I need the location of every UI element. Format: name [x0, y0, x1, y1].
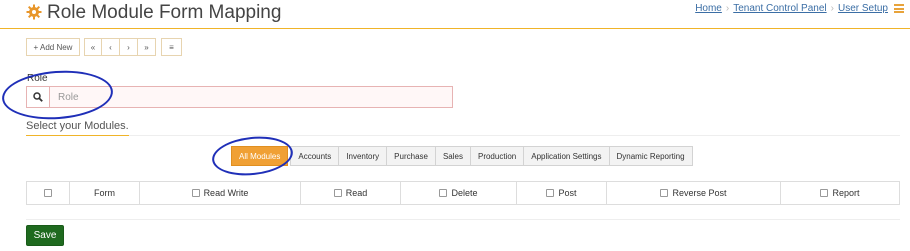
report-checkbox[interactable] [820, 189, 829, 197]
column-read: Read [301, 182, 401, 204]
read-checkbox[interactable] [333, 189, 342, 197]
permissions-table-header: Form Read Write Read Delete Post Reverse… [26, 181, 900, 205]
breadcrumb: Home › Tenant Control Panel › User Setup [695, 3, 888, 14]
tab-accounts[interactable]: Accounts [290, 146, 340, 166]
column-post-label: Post [558, 188, 577, 198]
breadcrumb-separator: › [725, 3, 730, 14]
menu-icon[interactable] [894, 4, 904, 13]
search-icon[interactable] [26, 86, 50, 108]
page-title: Role Module Form Mapping [47, 2, 282, 23]
breadcrumb-separator: › [830, 3, 834, 14]
select-all-checkbox[interactable] [44, 189, 52, 197]
delete-checkbox[interactable] [439, 189, 448, 197]
column-read-write: Read Write [140, 182, 301, 204]
column-reverse-post: Reverse Post [607, 182, 781, 204]
breadcrumb-user-setup-link[interactable]: User Setup [838, 3, 888, 14]
tab-inventory[interactable]: Inventory [339, 146, 388, 166]
tab-dynamic-reporting[interactable]: Dynamic Reporting [609, 146, 693, 166]
column-form: Form [70, 182, 140, 204]
list-view-button[interactable]: ≡ [161, 38, 182, 56]
divider [26, 135, 900, 136]
page-header: Role Module Form Mapping Home › Tenant C… [0, 0, 910, 29]
column-read-write-label: Read Write [203, 188, 249, 198]
column-delete-label: Delete [451, 188, 478, 198]
post-checkbox[interactable] [546, 189, 555, 197]
modules-heading: Select your Modules. [26, 120, 129, 132]
role-search-group [26, 86, 453, 108]
column-report: Report [781, 182, 899, 204]
tab-production[interactable]: Production [470, 146, 525, 166]
gear-icon [26, 4, 42, 20]
read-write-checkbox[interactable] [191, 189, 200, 197]
divider [26, 219, 900, 220]
next-record-button[interactable]: › [120, 38, 138, 56]
toolbar: + Add New « ‹ › » ≡ [26, 38, 182, 56]
breadcrumb-home-link[interactable]: Home [695, 3, 722, 14]
previous-record-button[interactable]: ‹ [102, 38, 120, 56]
role-label: Role [27, 73, 48, 84]
first-record-button[interactable]: « [84, 38, 102, 56]
tab-sales[interactable]: Sales [435, 146, 471, 166]
column-read-label: Read [345, 188, 368, 198]
heading-underline [26, 135, 129, 136]
tab-purchase[interactable]: Purchase [387, 146, 436, 166]
last-record-button[interactable]: » [138, 38, 156, 56]
record-navigation: « ‹ › » [84, 38, 156, 56]
reverse-post-checkbox[interactable] [660, 189, 669, 197]
column-delete: Delete [401, 182, 517, 204]
add-new-button[interactable]: + Add New [26, 38, 80, 56]
column-reverse-post-label: Reverse Post [672, 188, 727, 198]
column-form-label: Form [94, 188, 115, 198]
save-button[interactable]: Save [26, 225, 64, 246]
tab-application-settings[interactable]: Application Settings [524, 146, 610, 166]
module-tabs: All Modules Accounts Inventory Purchase … [231, 146, 693, 166]
breadcrumb-tenant-control-panel-link[interactable]: Tenant Control Panel [733, 3, 826, 14]
select-all-column [27, 182, 70, 204]
tab-all-modules[interactable]: All Modules [231, 146, 289, 166]
column-report-label: Report [832, 188, 860, 198]
column-post: Post [517, 182, 607, 204]
role-input[interactable] [50, 86, 453, 108]
